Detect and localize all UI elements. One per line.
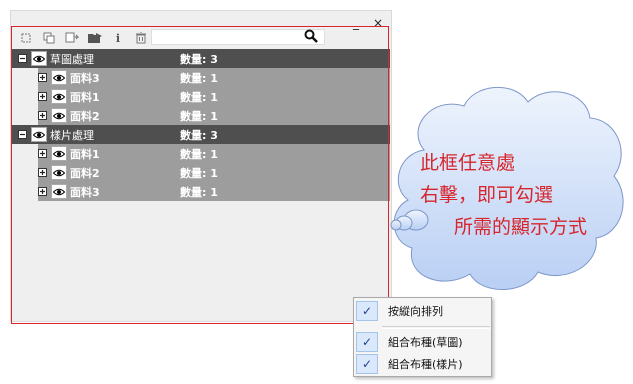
child-label: 面料1 (70, 90, 100, 104)
expand-icon[interactable] (38, 187, 47, 196)
eye-icon[interactable] (51, 108, 67, 123)
menu-item-combine-pattern[interactable]: ✓ 組合布種(樣片) (354, 354, 491, 374)
child-count: 數量: 1 (180, 71, 218, 85)
tree-child-row[interactable]: 面料3 數量: 1 (12, 182, 390, 201)
child-count: 數量: 1 (180, 109, 218, 123)
tree-child-row[interactable]: 面料1 數量: 1 (12, 87, 390, 106)
menu-item-label: 組合布種(草圖) (388, 336, 463, 349)
eye-icon[interactable] (31, 51, 47, 66)
toolbar: i (17, 29, 155, 47)
new-layer-icon[interactable] (17, 29, 35, 47)
close-button[interactable]: × (373, 17, 383, 29)
child-count: 數量: 1 (180, 166, 218, 180)
tree-child-row[interactable]: 面料2 數量: 1 (12, 106, 390, 125)
eye-icon[interactable] (31, 127, 47, 142)
context-menu: ✓ 按縱向排列 ✓ 組合布種(草圖) ✓ 組合布種(樣片) (353, 297, 492, 377)
check-icon: ✓ (356, 354, 378, 374)
child-count: 數量: 1 (180, 185, 218, 199)
menu-separator (382, 326, 490, 327)
check-icon: ✓ (356, 301, 378, 321)
callout-line-2: 右擊，即可勾選 (420, 184, 554, 206)
child-label: 面料2 (70, 109, 100, 123)
group-label: 草圖處理 (50, 52, 94, 66)
window-controls: _ × (351, 17, 383, 29)
duplicate-icon[interactable] (40, 29, 58, 47)
callout-line-3: 所需的顯示方式 (454, 216, 588, 238)
expand-icon[interactable] (38, 111, 47, 120)
eye-icon[interactable] (51, 70, 67, 85)
tree-group-row[interactable]: 草圖處理 數量: 3 (12, 49, 390, 68)
eye-icon[interactable] (51, 165, 67, 180)
menu-item-label: 組合布種(樣片) (388, 358, 463, 371)
menu-item-vertical-arrange[interactable]: ✓ 按縱向排列 (354, 301, 491, 321)
minimize-button[interactable]: _ (351, 17, 361, 29)
eye-icon[interactable] (51, 146, 67, 161)
child-count: 數量: 1 (180, 147, 218, 161)
expand-icon[interactable] (38, 149, 47, 158)
group-label: 樣片處理 (50, 128, 94, 142)
collapse-icon[interactable] (18, 54, 27, 63)
group-count: 數量: 3 (180, 52, 218, 66)
child-label: 面料1 (70, 147, 100, 161)
layer-tree[interactable]: 草圖處理 數量: 3 面料3 數量: 1 面料1 數量: 1 面料2 數量: 1… (12, 49, 390, 201)
expand-icon[interactable] (38, 168, 47, 177)
child-label: 面料3 (70, 71, 100, 85)
menu-item-combine-sketch[interactable]: ✓ 組合布種(草圖) (354, 332, 491, 352)
tree-group-row[interactable]: 樣片處理 數量: 3 (12, 125, 390, 144)
collapse-icon[interactable] (18, 130, 27, 139)
delete-icon[interactable] (132, 29, 150, 47)
child-count: 數量: 1 (180, 90, 218, 104)
child-label: 面料3 (70, 185, 100, 199)
tree-child-row[interactable]: 面料1 數量: 1 (12, 144, 390, 163)
folder-icon[interactable] (86, 29, 104, 47)
menu-separator-highlight (382, 328, 490, 329)
layer-panel: _ × i 草圖處理 數量: 3 面料3 數量: 1 面料1 數量: 1 面料2… (10, 10, 392, 322)
expand-icon[interactable] (38, 73, 47, 82)
check-icon: ✓ (356, 332, 378, 352)
eye-icon[interactable] (51, 89, 67, 104)
info-icon[interactable]: i (109, 29, 127, 47)
search-input[interactable] (151, 29, 325, 45)
search-icon[interactable] (304, 28, 318, 47)
eye-icon[interactable] (51, 184, 67, 199)
callout-line-1: 此框任意處 (420, 152, 516, 174)
expand-icon[interactable] (38, 92, 47, 101)
tree-child-row[interactable]: 面料2 數量: 1 (12, 163, 390, 182)
menu-item-label: 按縱向排列 (388, 305, 443, 318)
group-count: 數量: 3 (180, 128, 218, 142)
tree-child-row[interactable]: 面料3 數量: 1 (12, 68, 390, 87)
copy-icon[interactable] (63, 29, 81, 47)
child-label: 面料2 (70, 166, 100, 180)
